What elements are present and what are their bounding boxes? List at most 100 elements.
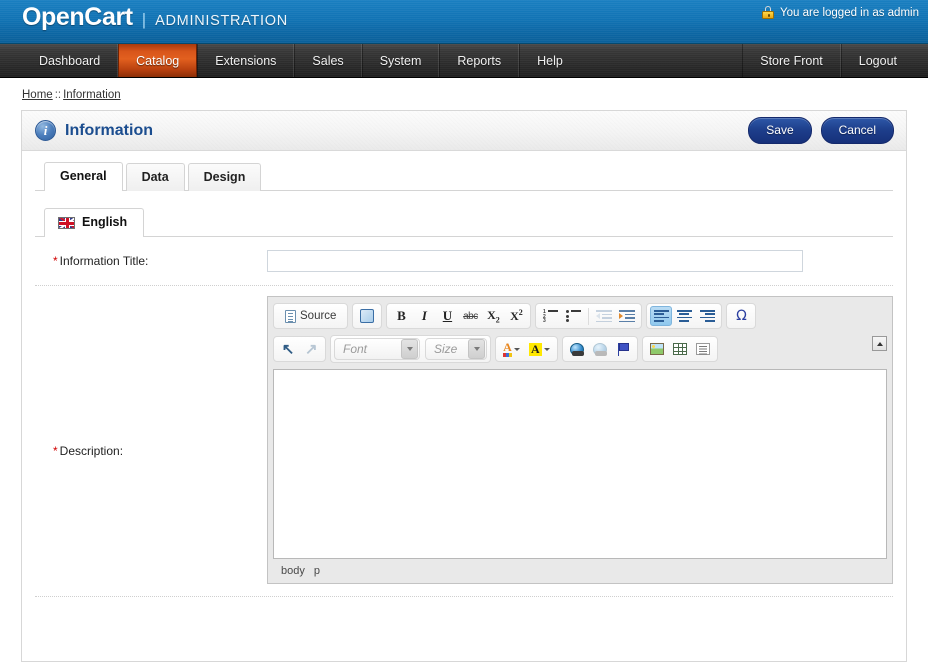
- superscript-icon: X2: [510, 308, 523, 324]
- nav-item-dashboard[interactable]: Dashboard: [22, 44, 118, 77]
- align-right-icon: [700, 310, 715, 322]
- tab-label: Data: [142, 170, 169, 184]
- anchor-button[interactable]: [612, 339, 634, 359]
- content-panel: i Information Save Cancel General Data D…: [21, 110, 907, 662]
- undo-button[interactable]: ↖: [277, 339, 299, 359]
- information-title-input[interactable]: [267, 250, 803, 272]
- nav-item-sales[interactable]: Sales: [294, 44, 361, 77]
- chevron-down-icon: [401, 339, 418, 359]
- link-button[interactable]: [566, 339, 588, 359]
- app-header: OpenCart | ADMINISTRATION You are logged…: [0, 0, 928, 44]
- strikethrough-icon: abc: [463, 311, 478, 322]
- background-color-button[interactable]: A: [525, 339, 554, 359]
- nav-item-extensions[interactable]: Extensions: [197, 44, 294, 77]
- nav-item-store-front[interactable]: Store Front: [742, 44, 841, 77]
- text-color-button[interactable]: A: [499, 339, 524, 359]
- toolbar-collapse-button[interactable]: [872, 336, 887, 351]
- font-family-select[interactable]: Font: [334, 338, 420, 360]
- nav-label: Logout: [859, 54, 897, 68]
- undo-icon: ↖: [282, 342, 295, 357]
- save-button[interactable]: Save: [748, 117, 811, 144]
- tab-data[interactable]: Data: [126, 163, 185, 191]
- redo-button[interactable]: ↖: [300, 339, 322, 359]
- editor-group-document: Source: [273, 303, 348, 329]
- login-status: You are logged in as admin: [762, 6, 919, 19]
- tab-label: English: [82, 215, 127, 230]
- outdent-icon: [596, 310, 612, 322]
- breadcrumb-information[interactable]: Information: [63, 89, 121, 101]
- omega-icon: Ω: [736, 308, 747, 324]
- tab-general[interactable]: General: [44, 162, 123, 191]
- bold-button[interactable]: B: [390, 306, 412, 326]
- editor-group-special: Ω: [726, 303, 756, 329]
- maximize-button[interactable]: [356, 306, 378, 326]
- unlink-icon: [593, 343, 607, 356]
- background-color-icon: A: [529, 343, 542, 356]
- anchor-flag-icon: [617, 343, 629, 356]
- description-label: *Description:: [35, 296, 267, 458]
- nav-item-help[interactable]: Help: [519, 44, 580, 77]
- underline-button[interactable]: U: [436, 306, 458, 326]
- special-character-button[interactable]: Ω: [730, 306, 752, 326]
- align-right-button[interactable]: [696, 306, 718, 326]
- editor-group-insert: [642, 336, 718, 362]
- bulleted-list-button[interactable]: [562, 306, 584, 326]
- align-center-icon: [677, 310, 692, 322]
- language-tab-bar: English: [35, 208, 893, 237]
- nav-item-system[interactable]: System: [362, 44, 440, 77]
- tab-language-english[interactable]: English: [44, 208, 144, 237]
- image-button[interactable]: [646, 339, 668, 359]
- chevron-down-icon: [514, 348, 520, 351]
- element-path-p[interactable]: p: [314, 565, 320, 577]
- font-family-label: Font: [343, 342, 367, 356]
- numbered-list-button[interactable]: 123: [539, 306, 561, 326]
- nav-label: System: [380, 54, 422, 68]
- align-center-button[interactable]: [673, 306, 695, 326]
- table-button[interactable]: [669, 339, 691, 359]
- nav-item-logout[interactable]: Logout: [841, 44, 914, 77]
- indent-button[interactable]: [616, 306, 638, 326]
- italic-button[interactable]: I: [413, 306, 435, 326]
- outdent-button[interactable]: [593, 306, 615, 326]
- info-circle-icon: i: [35, 120, 56, 141]
- administration-label: ADMINISTRATION: [155, 13, 288, 29]
- nav-label: Sales: [312, 54, 343, 68]
- nav-item-reports[interactable]: Reports: [439, 44, 519, 77]
- subscript-button[interactable]: X2: [482, 306, 504, 326]
- italic-icon: I: [422, 308, 427, 324]
- logo-block: OpenCart | ADMINISTRATION: [22, 3, 288, 32]
- editor-group-basicstyles: B I U abc X2 X2: [386, 303, 531, 329]
- align-left-button[interactable]: [650, 306, 672, 326]
- tab-label: General: [60, 169, 107, 183]
- main-navigation: Dashboard Catalog Extensions Sales Syste…: [0, 44, 928, 78]
- nav-label: Store Front: [760, 54, 823, 68]
- unlink-button[interactable]: [589, 339, 611, 359]
- font-size-select[interactable]: Size: [425, 338, 487, 360]
- image-icon: [650, 343, 664, 355]
- editor-group-paragraph: 123: [535, 303, 642, 329]
- required-marker: *: [53, 254, 60, 268]
- source-button[interactable]: Source: [277, 306, 344, 326]
- cancel-button[interactable]: Cancel: [821, 117, 894, 144]
- nav-left-group: Dashboard Catalog Extensions Sales Syste…: [22, 44, 580, 77]
- superscript-button[interactable]: X2: [505, 306, 527, 326]
- tab-design[interactable]: Design: [188, 163, 262, 191]
- strikethrough-button[interactable]: abc: [459, 306, 481, 326]
- chevron-down-icon: [468, 339, 485, 359]
- editor-group-font: Font Size: [330, 335, 491, 363]
- editor-element-path: body p: [273, 561, 887, 580]
- bold-icon: B: [397, 308, 406, 324]
- page-title: Information: [65, 122, 153, 140]
- source-icon: [285, 310, 296, 323]
- editor-group-colors: A A: [495, 336, 558, 362]
- nav-item-catalog[interactable]: Catalog: [118, 44, 197, 77]
- nav-label: Reports: [457, 54, 501, 68]
- element-path-body[interactable]: body: [281, 565, 305, 577]
- horizontal-rule-button[interactable]: [692, 339, 714, 359]
- chevron-up-icon: [877, 342, 883, 346]
- editor-content-area[interactable]: [273, 369, 887, 559]
- nav-label: Extensions: [215, 54, 276, 68]
- subscript-icon: X2: [487, 308, 500, 324]
- nav-label: Help: [537, 54, 563, 68]
- breadcrumb-home[interactable]: Home: [22, 89, 53, 101]
